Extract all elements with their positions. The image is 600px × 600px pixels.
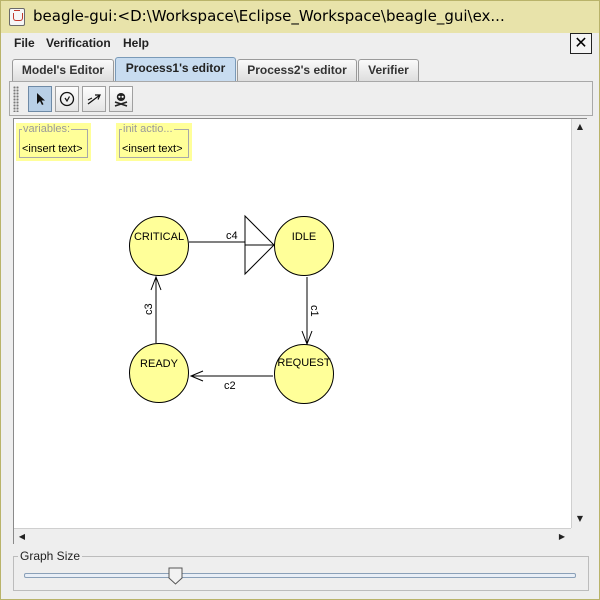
close-icon: ✕	[574, 33, 588, 52]
scroll-corner	[571, 528, 587, 544]
graph-size-label: Graph Size	[18, 549, 83, 563]
graph-canvas[interactable]: variables: <insert text> init actio... <…	[14, 119, 570, 528]
select-tool-button[interactable]	[28, 86, 52, 112]
scroll-up-icon[interactable]: ▲	[573, 120, 587, 134]
transition-label-c4[interactable]: c4	[226, 230, 238, 242]
editor-tabs: Model's Editor Process1's editor Process…	[9, 57, 593, 81]
graph-editor-frame: variables: <insert text> init actio... <…	[13, 118, 587, 544]
transition-label-c2[interactable]: c2	[224, 380, 236, 392]
menu-help[interactable]: Help	[123, 36, 149, 50]
state-label: REQUEST	[277, 357, 330, 369]
transition-icon	[87, 94, 101, 105]
state-icon	[59, 91, 75, 107]
editor-toolbar	[9, 81, 593, 116]
pointer-icon	[37, 93, 45, 105]
transition-label-c1[interactable]: c1	[308, 305, 320, 317]
tab-verifier[interactable]: Verifier	[358, 59, 419, 81]
horizontal-scrollbar[interactable]: ◀ ▶	[14, 528, 571, 544]
tab-process2-editor[interactable]: Process2's editor	[237, 59, 357, 81]
tab-process1-editor[interactable]: Process1's editor	[115, 57, 236, 81]
state-label: CRITICAL	[134, 231, 184, 243]
state-node	[129, 216, 189, 276]
state-request[interactable]: REQUEST	[274, 344, 334, 404]
state-node	[274, 344, 334, 404]
graph-size-panel: Graph Size	[13, 549, 589, 591]
tab-models-editor[interactable]: Model's Editor	[12, 59, 114, 81]
skull-icon	[114, 93, 128, 107]
java-app-icon	[9, 8, 25, 26]
window-title: beagle-gui:<D:\Workspace\Eclipse_Workspa…	[33, 7, 505, 25]
scroll-down-icon[interactable]: ▼	[573, 512, 587, 526]
state-ready[interactable]: READY	[129, 343, 189, 403]
vertical-scrollbar[interactable]: ▲ ▼	[571, 119, 587, 528]
scroll-right-icon[interactable]: ▶	[555, 530, 569, 544]
state-critical[interactable]: CRITICAL	[129, 216, 189, 276]
state-label: READY	[140, 358, 179, 370]
app-window: beagle-gui:<D:\Workspace\Eclipse_Workspa…	[0, 0, 600, 600]
state-diagram: c4 c1 c2 c3 CRITICAL IDLE REQUEST READY	[129, 214, 334, 404]
add-transition-button[interactable]	[82, 86, 106, 112]
graph-size-slider-track[interactable]	[24, 573, 576, 578]
state-idle[interactable]: IDLE	[274, 216, 334, 276]
graph-size-slider-thumb[interactable]	[168, 567, 183, 585]
delete-tool-button[interactable]	[109, 86, 133, 112]
transition-label-c3[interactable]: c3	[143, 303, 155, 315]
close-editor-button[interactable]: ✕	[570, 33, 592, 54]
state-label: IDLE	[292, 231, 316, 243]
title-bar[interactable]: beagle-gui:<D:\Workspace\Eclipse_Workspa…	[1, 1, 599, 33]
state-node	[129, 343, 189, 403]
menu-bar: File Verification Help	[9, 33, 593, 55]
toolbar-grip-handle[interactable]	[13, 86, 19, 112]
menu-file[interactable]: File	[14, 36, 35, 50]
state-node	[274, 216, 334, 276]
scroll-left-icon[interactable]: ◀	[15, 530, 29, 544]
add-state-button[interactable]	[55, 86, 79, 112]
menu-verification[interactable]: Verification	[46, 36, 111, 50]
